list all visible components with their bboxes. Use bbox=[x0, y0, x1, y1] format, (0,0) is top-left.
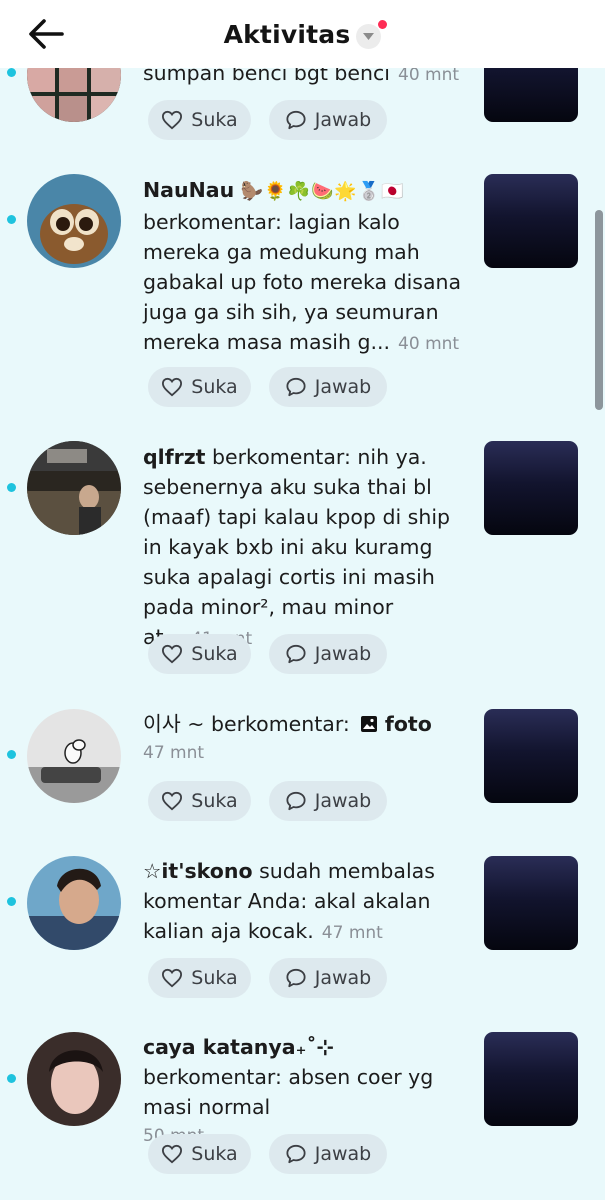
avatar[interactable] bbox=[27, 709, 121, 803]
avatar[interactable] bbox=[27, 174, 121, 268]
timestamp: 47 mnt bbox=[143, 743, 205, 763]
reply-button[interactable]: Jawab bbox=[269, 367, 387, 407]
page-title[interactable]: Aktivitas bbox=[224, 20, 351, 49]
reply-label: Jawab bbox=[314, 109, 372, 131]
like-button[interactable]: Suka bbox=[148, 634, 251, 674]
like-button[interactable]: Suka bbox=[148, 100, 251, 140]
image-icon bbox=[361, 716, 378, 732]
reply-button[interactable]: Jawab bbox=[269, 634, 387, 674]
unread-dot bbox=[7, 750, 16, 759]
activity-text: NauNau 🦫🌻☘️🍉🌟🥈🇯🇵 berkomentar: lagian kal… bbox=[143, 175, 463, 359]
notification-badge bbox=[378, 19, 388, 29]
like-label: Suka bbox=[191, 967, 238, 989]
activity-text: 이사 ~ berkomentar: foto 47 mnt bbox=[143, 709, 463, 767]
unread-dot bbox=[7, 68, 16, 77]
reply-button[interactable]: Jawab bbox=[269, 958, 387, 998]
heart-icon bbox=[162, 1144, 183, 1164]
speech-bubble-icon bbox=[286, 968, 306, 988]
username[interactable]: caya katanya₊˚⊹ bbox=[143, 1035, 334, 1059]
reply-label: Jawab bbox=[314, 790, 372, 812]
reply-button[interactable]: Jawab bbox=[269, 100, 387, 140]
post-thumbnail[interactable] bbox=[484, 856, 578, 950]
user-emoji: 🦫🌻☘️🍉🌟🥈🇯🇵 bbox=[240, 181, 405, 202]
like-label: Suka bbox=[191, 643, 238, 665]
timestamp: 47 mnt bbox=[321, 923, 383, 943]
reply-button[interactable]: Jawab bbox=[269, 781, 387, 821]
unread-dot bbox=[7, 1074, 16, 1083]
reply-label: Jawab bbox=[314, 1143, 372, 1165]
comment-text: berkomentar: nih ya. sebenernya aku suka… bbox=[143, 445, 451, 649]
speech-bubble-icon bbox=[286, 110, 306, 130]
avatar[interactable] bbox=[27, 856, 121, 950]
like-label: Suka bbox=[191, 376, 238, 398]
post-thumbnail[interactable] bbox=[484, 709, 578, 803]
reply-label: Jawab bbox=[314, 967, 372, 989]
activity-text: ☆it'skono sudah membalas komentar Anda: … bbox=[143, 856, 463, 948]
unread-dot bbox=[7, 215, 16, 224]
heart-icon bbox=[162, 968, 183, 988]
heart-icon bbox=[162, 644, 183, 664]
reply-label: Jawab bbox=[314, 376, 372, 398]
username[interactable]: qlfrzt bbox=[143, 445, 205, 469]
like-button[interactable]: Suka bbox=[148, 781, 251, 821]
comment-text: berkomentar: absen coer yg masi normal bbox=[143, 1065, 434, 1119]
heart-icon bbox=[162, 377, 183, 397]
username[interactable]: NauNau bbox=[143, 178, 234, 202]
activity-text: caya katanya₊˚⊹ berkomentar: absen coer … bbox=[143, 1032, 463, 1150]
username[interactable]: ☆it'skono bbox=[143, 859, 253, 883]
speech-bubble-icon bbox=[286, 644, 306, 664]
filter-dropdown[interactable] bbox=[356, 19, 388, 49]
heart-icon bbox=[162, 110, 183, 130]
timestamp: 40 mnt bbox=[398, 334, 460, 354]
post-thumbnail[interactable] bbox=[484, 174, 578, 268]
like-button[interactable]: Suka bbox=[148, 367, 251, 407]
like-label: Suka bbox=[191, 1143, 238, 1165]
activity-text: qlfrzt berkomentar: nih ya. sebenernya a… bbox=[143, 442, 463, 654]
reply-button[interactable]: Jawab bbox=[269, 1134, 387, 1174]
avatar[interactable] bbox=[27, 1032, 121, 1126]
comment-text: berkomentar: bbox=[210, 712, 350, 736]
chevron-down-icon bbox=[363, 32, 375, 40]
speech-bubble-icon bbox=[286, 377, 306, 397]
unread-dot bbox=[7, 483, 16, 492]
post-thumbnail[interactable] bbox=[484, 441, 578, 535]
unread-dot bbox=[7, 897, 16, 906]
like-label: Suka bbox=[191, 109, 238, 131]
speech-bubble-icon bbox=[286, 1144, 306, 1164]
username[interactable]: 이사 ~ bbox=[143, 712, 204, 736]
like-label: Suka bbox=[191, 790, 238, 812]
reply-label: Jawab bbox=[314, 643, 372, 665]
attachment-label: foto bbox=[384, 712, 432, 736]
like-button[interactable]: Suka bbox=[148, 958, 251, 998]
top-bar: Aktivitas bbox=[0, 0, 605, 68]
timestamp: 40 mnt bbox=[398, 65, 460, 85]
speech-bubble-icon bbox=[286, 791, 306, 811]
heart-icon bbox=[162, 791, 183, 811]
comment-text: berkomentar: lagian kalo mereka ga meduk… bbox=[143, 210, 462, 354]
scrollbar[interactable] bbox=[595, 210, 603, 410]
post-thumbnail[interactable] bbox=[484, 1032, 578, 1126]
like-button[interactable]: Suka bbox=[148, 1134, 251, 1174]
avatar[interactable] bbox=[27, 441, 121, 535]
